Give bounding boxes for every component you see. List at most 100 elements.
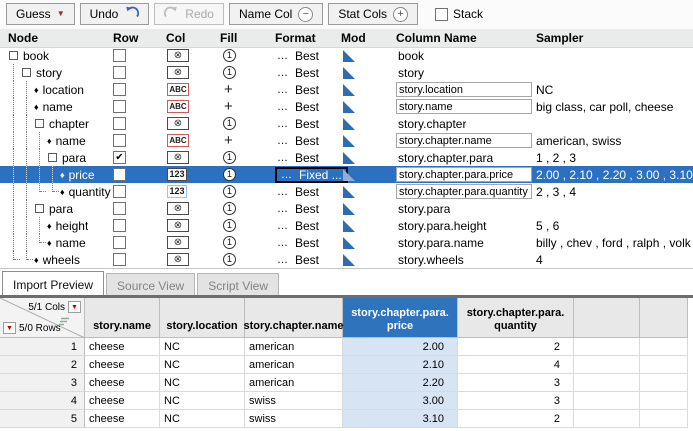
stack-checkbox[interactable] — [435, 8, 448, 21]
column-name-input[interactable]: story.chapter.name — [396, 133, 532, 148]
format-value[interactable]: Best — [295, 185, 319, 199]
element-col-icon[interactable]: ⊗ — [167, 151, 189, 164]
tree-row[interactable]: story⊗1…Beststory — [0, 64, 693, 81]
format-value[interactable]: Best — [295, 49, 319, 63]
format-ellipsis-icon[interactable]: … — [277, 220, 289, 232]
fill-once-icon[interactable]: 1 — [223, 151, 236, 164]
tree-row[interactable]: ♦price1231…Fixed ...story.chapter.para.p… — [0, 166, 693, 183]
format-ellipsis-icon[interactable]: … — [277, 118, 289, 130]
fill-once-icon[interactable]: 1 — [223, 236, 236, 249]
row-checkbox[interactable] — [113, 49, 126, 62]
fill-once-icon[interactable]: 1 — [223, 253, 236, 266]
modeling-type-icon[interactable] — [343, 50, 355, 62]
preview-column-header[interactable]: story.chapter.para.price — [343, 298, 458, 338]
format-ellipsis-icon[interactable]: … — [277, 101, 289, 113]
format-ellipsis-icon[interactable]: … — [277, 50, 289, 62]
preview-column-header[interactable]: story.location — [160, 298, 245, 338]
fill-once-icon[interactable]: 1 — [223, 168, 236, 181]
format-value[interactable]: Best — [295, 151, 319, 165]
format-value[interactable]: Best — [295, 100, 319, 114]
format-value[interactable]: Best — [295, 134, 319, 148]
format-ellipsis-icon[interactable]: … — [277, 84, 289, 96]
row-checkbox[interactable] — [113, 185, 126, 198]
column-name-input[interactable]: story.chapter.para.quantity — [396, 184, 532, 199]
tab-source-view[interactable]: Source View — [106, 273, 195, 295]
character-col-icon[interactable]: ABC — [167, 83, 189, 96]
format-ellipsis-icon[interactable]: … — [277, 135, 289, 147]
fill-once-icon[interactable]: 1 — [223, 202, 236, 215]
row-number-cell[interactable]: 2 — [0, 356, 85, 374]
stat-cols-button[interactable]: Stat Cols + — [328, 3, 418, 25]
modeling-type-icon[interactable] — [343, 101, 355, 113]
row-checkbox[interactable] — [113, 134, 126, 147]
tab-import-preview[interactable]: Import Preview — [2, 271, 104, 295]
fill-plus-icon[interactable]: + — [224, 133, 233, 148]
format-ellipsis-icon[interactable]: … — [277, 237, 289, 249]
modeling-type-icon[interactable] — [343, 135, 355, 147]
modeling-type-icon[interactable] — [343, 152, 355, 164]
modeling-type-icon[interactable] — [343, 169, 355, 181]
format-value[interactable]: Best — [295, 117, 319, 131]
format-value[interactable]: Best — [295, 219, 319, 233]
row-checkbox[interactable] — [113, 83, 126, 96]
character-col-icon[interactable]: ABC — [167, 134, 189, 147]
element-col-icon[interactable]: ⊗ — [167, 236, 189, 249]
format-ellipsis-icon[interactable]: … — [277, 186, 289, 198]
preview-column-header[interactable] — [640, 298, 688, 338]
preview-column-header[interactable]: story.name — [85, 298, 160, 338]
tree-row[interactable]: para✔⊗1…Beststory.chapter.para1 , 2 , 3 — [0, 149, 693, 166]
modeling-type-icon[interactable] — [343, 67, 355, 79]
tree-row[interactable]: ♦height⊗1…Beststory.para.height5 , 6 — [0, 217, 693, 234]
tree-row[interactable]: ♦quantity1231…Beststory.chapter.para.qua… — [0, 183, 693, 200]
preview-column-header[interactable]: story.chapter.para.quantity — [458, 298, 574, 338]
format-ellipsis-icon[interactable]: … — [277, 203, 289, 215]
column-name-input[interactable]: story.chapter.para.price — [396, 167, 532, 182]
fill-once-icon[interactable]: 1 — [223, 219, 236, 232]
modeling-type-icon[interactable] — [343, 237, 355, 249]
row-checkbox[interactable] — [113, 236, 126, 249]
format-ellipsis-icon[interactable]: … — [277, 152, 289, 164]
tree-row[interactable]: para⊗1…Beststory.para — [0, 200, 693, 217]
row-checkbox[interactable] — [113, 168, 126, 181]
preview-column-header[interactable] — [574, 298, 640, 338]
guess-button[interactable]: Guess ▼ — [6, 3, 75, 25]
format-value[interactable]: Best — [295, 236, 319, 250]
tree-row[interactable]: ♦nameABC+…Beststory.chapter.nameamerican… — [0, 132, 693, 149]
row-number-cell[interactable]: 3 — [0, 374, 85, 392]
modeling-type-icon[interactable] — [343, 84, 355, 96]
tree-row[interactable]: ♦nameABC+…Beststory.namebig class, car p… — [0, 98, 693, 115]
element-col-icon[interactable]: ⊗ — [167, 49, 189, 62]
fill-once-icon[interactable]: 1 — [223, 49, 236, 62]
modeling-type-icon[interactable] — [343, 220, 355, 232]
row-checkbox[interactable] — [113, 219, 126, 232]
format-ellipsis-icon[interactable]: … — [277, 254, 289, 266]
column-name-input[interactable]: story.location — [396, 82, 532, 97]
tree-row[interactable]: ♦locationABC+…Beststory.locationNC — [0, 81, 693, 98]
redo-button[interactable]: Redo — [154, 3, 224, 25]
tree-row[interactable]: ♦wheels⊗1…Beststory.wheels4 — [0, 251, 693, 268]
numeric-col-icon[interactable]: 123 — [167, 168, 187, 181]
row-checkbox[interactable] — [113, 253, 126, 266]
element-col-icon[interactable]: ⊗ — [167, 117, 189, 130]
row-checkbox[interactable] — [113, 66, 126, 79]
modeling-type-icon[interactable] — [343, 118, 355, 130]
format-value[interactable]: Best — [295, 202, 319, 216]
name-col-button[interactable]: Name Col − — [229, 3, 323, 25]
format-ellipsis-icon[interactable]: … — [277, 67, 289, 79]
row-number-cell[interactable]: 5 — [0, 410, 85, 428]
undo-button[interactable]: Undo — [80, 3, 150, 25]
tree-row[interactable]: book⊗1…Bestbook — [0, 47, 693, 64]
modeling-type-icon[interactable] — [343, 186, 355, 198]
preview-column-header[interactable]: story.chapter.name — [245, 298, 343, 338]
modeling-type-icon[interactable] — [343, 254, 355, 266]
columns-menu-button[interactable]: ▼ — [68, 301, 81, 313]
row-checkbox[interactable] — [113, 100, 126, 113]
format-value[interactable]: Best — [295, 253, 319, 267]
fill-once-icon[interactable]: 1 — [223, 185, 236, 198]
fill-once-icon[interactable]: 1 — [223, 117, 236, 130]
row-number-cell[interactable]: 4 — [0, 392, 85, 410]
element-col-icon[interactable]: ⊗ — [167, 66, 189, 79]
element-col-icon[interactable]: ⊗ — [167, 219, 189, 232]
fill-once-icon[interactable]: 1 — [223, 66, 236, 79]
rows-menu-button[interactable]: ▼ — [3, 322, 16, 334]
